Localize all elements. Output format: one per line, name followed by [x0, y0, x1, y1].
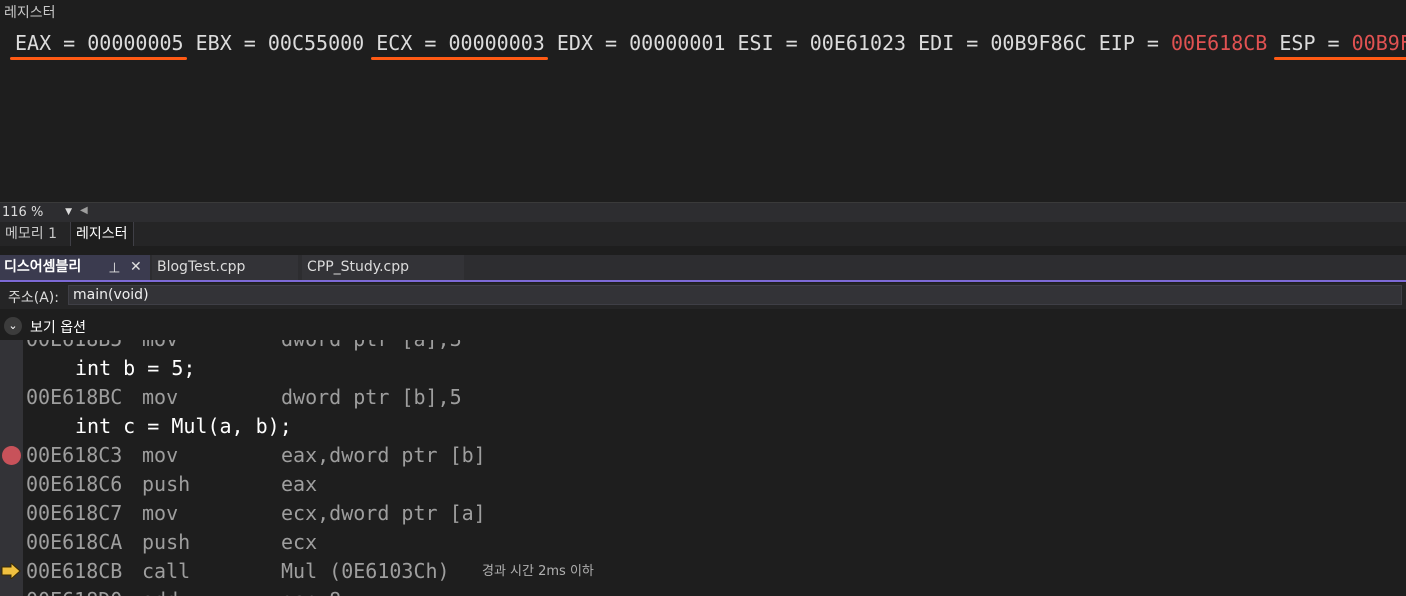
- register-name: ESP: [1279, 31, 1316, 55]
- instruction-address: 00E618CB: [26, 559, 123, 583]
- instruction-operands: eax: [281, 472, 318, 496]
- address-label: 주소(A):: [8, 290, 59, 306]
- tool-window-tabs: 메모리 1 레지스터: [0, 222, 1406, 246]
- tab-cpp-study-cpp-label: CPP_Study.cpp: [307, 259, 410, 275]
- register-eip[interactable]: EIP = 00E618CB: [1099, 28, 1268, 58]
- register-esi[interactable]: ESI = 00E61023: [738, 28, 907, 58]
- register-equals: =: [231, 31, 268, 55]
- register-name: ESI: [737, 31, 774, 55]
- instruction-address: 00E618C6: [26, 472, 123, 496]
- registers-panel: 레지스터 EAX = 00000005 EBX = 00C55000 ECX =…: [0, 0, 1406, 202]
- tab-disassembly-label: 디스어셈블리: [4, 259, 82, 275]
- register-esp[interactable]: ESP = 00B9F774: [1274, 28, 1406, 60]
- tab-cpp-study-cpp[interactable]: CPP_Study.cpp: [302, 255, 464, 280]
- address-input[interactable]: [68, 285, 1402, 305]
- tab-registers[interactable]: 레지스터: [70, 222, 134, 246]
- instruction-opcode: mov: [142, 385, 179, 409]
- perf-tip-elapsed: 경과 시간 2ms 이하: [482, 564, 594, 579]
- zoom-value: 116 %: [2, 205, 44, 220]
- register-value: 00E618CB: [1171, 31, 1268, 55]
- instruction-opcode: call: [142, 559, 191, 583]
- instruction-opcode: mov: [142, 443, 179, 467]
- registers-panel-title: 레지스터: [4, 5, 56, 21]
- tab-disassembly[interactable]: 디스어셈블리 ⊣ ✕: [0, 255, 150, 280]
- register-equals: =: [51, 31, 88, 55]
- instruction-operands: ecx,dword ptr [a]: [281, 501, 486, 525]
- instruction-address: 00E618C7: [26, 501, 123, 525]
- instruction-address: 00E618CA: [26, 530, 123, 554]
- register-equals: =: [1315, 31, 1352, 55]
- instruction-opcode: mov: [142, 340, 178, 354]
- pin-icon[interactable]: ⊣: [101, 261, 126, 273]
- instruction-opcode: push: [142, 530, 191, 554]
- register-ecx[interactable]: ECX = 00000003: [371, 28, 548, 60]
- register-value: 00000003: [448, 31, 545, 55]
- close-icon[interactable]: ✕: [130, 255, 142, 280]
- register-equals: =: [1134, 31, 1171, 55]
- register-ebx[interactable]: EBX = 00C55000: [196, 28, 365, 58]
- chevron-down-icon: ▼: [65, 207, 72, 217]
- instruction-opcode: mov: [142, 501, 179, 525]
- register-name: ECX: [376, 31, 413, 55]
- register-equals: =: [412, 31, 449, 55]
- source-text: int c = Mul(a, b);: [75, 414, 292, 438]
- register-eax[interactable]: EAX = 00000005: [10, 28, 187, 60]
- instruction-opcode: push: [142, 472, 191, 496]
- register-name: EDI: [918, 31, 955, 55]
- breakpoint-icon[interactable]: [2, 446, 21, 465]
- instruction-operands: Mul (0E6103Ch): [281, 559, 450, 583]
- register-name: EAX: [15, 31, 52, 55]
- zoom-bar: 116 % ▼ ◀: [0, 202, 1406, 223]
- instruction-operands: dword ptr [b],5: [281, 385, 462, 409]
- register-value: 00000001: [629, 31, 726, 55]
- register-value: 00E61023: [809, 31, 907, 55]
- tab-memory-1[interactable]: 메모리 1: [0, 222, 62, 246]
- instruction-operands: dword ptr [a],3: [281, 340, 462, 354]
- source-text: int b = 5;: [75, 356, 196, 380]
- instruction-operands: eax,dword ptr [b]: [281, 443, 486, 467]
- register-value: 00C55000: [267, 31, 365, 55]
- instruction-operands: ecx: [281, 530, 318, 554]
- indicator-margin[interactable]: [0, 340, 23, 596]
- instruction-address: 00E618D0: [26, 586, 122, 596]
- chevron-down-icon[interactable]: ⌄: [4, 317, 22, 335]
- register-equals: =: [593, 31, 630, 55]
- instruction-address: 00E618C3: [26, 443, 123, 467]
- document-tabs: 디스어셈블리 ⊣ ✕ BlogTest.cpp CPP_Study.cpp: [0, 255, 1406, 282]
- instruction-opcode: add: [142, 586, 178, 596]
- register-name: EIP: [1098, 31, 1135, 55]
- disassembly-code-area[interactable]: 00E618B5 mov dword ptr [a],3 int b = 5; 00E6…: [0, 340, 1406, 596]
- register-value: 00B9F774: [1351, 31, 1406, 55]
- view-options[interactable]: ⌄ 보기 옵션: [0, 313, 1406, 339]
- zoom-select[interactable]: 116 % ▼: [2, 204, 72, 221]
- register-equals: =: [954, 31, 991, 55]
- register-value: 00000005: [87, 31, 184, 55]
- address-bar: 주소(A):: [0, 283, 1406, 309]
- register-value: 00B9F86C: [990, 31, 1087, 55]
- current-statement-arrow-icon: [1, 563, 21, 579]
- register-equals: =: [773, 31, 810, 55]
- register-edi[interactable]: EDI = 00B9F86C: [918, 28, 1087, 58]
- tab-blogtest-cpp[interactable]: BlogTest.cpp: [152, 255, 298, 280]
- register-name: EDX: [556, 31, 593, 55]
- scroll-left-icon[interactable]: ◀: [80, 205, 88, 216]
- view-options-label: 보기 옵션: [30, 320, 86, 336]
- register-name: EBX: [195, 31, 232, 55]
- register-edx[interactable]: EDX = 00000001: [557, 28, 726, 58]
- tab-blogtest-cpp-label: BlogTest.cpp: [157, 259, 246, 275]
- instruction-address: 00E618B5: [26, 340, 122, 354]
- instruction-operands: esp,8: [281, 586, 341, 596]
- register-values-line: EAX = 00000005 EBX = 00C55000 ECX = 0000…: [10, 28, 1406, 60]
- instruction-address: 00E618BC: [26, 385, 123, 409]
